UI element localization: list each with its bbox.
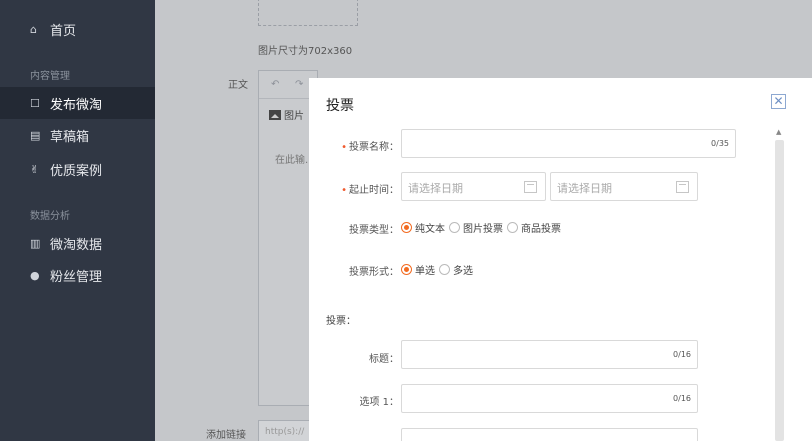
vote-form-single-label: 单选: [415, 266, 435, 277]
sidebar: ⌂ 首页 内容管理 ☐ 发布微淘 ▤ 草稿箱 ✌ 优质案例 数据分析 ▥ 微淘数…: [0, 0, 155, 441]
nav-home-label: 首页: [50, 23, 77, 39]
bar-chart-icon: ▥: [30, 236, 41, 250]
vote-name-label-text: 投票名称：: [349, 142, 399, 153]
calendar-icon: [524, 181, 537, 193]
start-date-placeholder: 请选择日期: [408, 182, 463, 195]
image-size-hint: 图片尺寸为702x360: [258, 46, 353, 57]
nav-drafts-label: 草稿箱: [50, 129, 90, 145]
vote-type-text-label: 纯文本: [415, 224, 445, 235]
vote-form-multi-label: 多选: [453, 266, 473, 277]
vote-form-single[interactable]: 单选: [401, 262, 435, 277]
nav-section-content: 内容管理: [30, 71, 70, 82]
nav-fans[interactable]: ● 粉丝管理: [0, 259, 155, 291]
scroll-thumb[interactable]: [775, 140, 784, 441]
vote-type-text[interactable]: 纯文本: [401, 220, 445, 235]
editor-placeholder: 在此输..: [275, 155, 312, 166]
insert-image-label: 图片: [284, 111, 304, 122]
close-button[interactable]: ✕: [771, 94, 786, 109]
end-date-placeholder: 请选择日期: [557, 182, 612, 195]
vote-type-image[interactable]: 图片投票: [449, 220, 503, 235]
nav-drafts[interactable]: ▤ 草稿箱: [0, 119, 155, 151]
radio-dot: [449, 222, 460, 233]
vote-type-group: 纯文本 图片投票 商品投票: [401, 220, 565, 235]
vote-form-multi[interactable]: 多选: [439, 262, 473, 277]
draft-icon: ▤: [30, 128, 41, 142]
nav-publish[interactable]: ☐ 发布微淘: [0, 87, 155, 119]
nav-stats-label: 微淘数据: [50, 237, 103, 253]
nav-section-data: 数据分析: [30, 211, 70, 222]
nav-cases[interactable]: ✌ 优质案例: [0, 153, 155, 185]
required-mark: •: [341, 142, 347, 153]
vote-type-image-label: 图片投票: [463, 224, 503, 235]
title-counter: 0/16: [673, 350, 691, 359]
undo-icon[interactable]: ↶: [271, 79, 279, 90]
user-icon: ●: [30, 268, 40, 282]
add-link-label: 添加链接: [206, 430, 246, 441]
scroll-up-icon[interactable]: ▲: [776, 128, 781, 136]
redo-icon[interactable]: ↷: [295, 79, 303, 90]
vote-dialog: 投票 ✕ ▲ • 投票名称： 0/35 • 起止时间： 请选择日期 请选择日期 投票…: [309, 78, 812, 441]
start-date-input[interactable]: 请选择日期: [401, 172, 546, 201]
thumbs-up-icon: ✌: [30, 162, 40, 176]
radio-dot: [439, 264, 450, 275]
required-mark: •: [341, 185, 347, 196]
nav-fans-label: 粉丝管理: [50, 269, 103, 285]
time-label-text: 起止时间：: [349, 185, 399, 196]
insert-image-button[interactable]: 图片: [269, 107, 304, 122]
vote-name-counter: 0/35: [711, 139, 729, 148]
vote-type-product[interactable]: 商品投票: [507, 220, 561, 235]
home-icon: ⌂: [30, 22, 37, 36]
radio-dot: [401, 222, 412, 233]
body-label: 正文: [228, 80, 248, 91]
vote-name-label: • 投票名称：: [329, 138, 399, 153]
vote-name-input[interactable]: 0/35: [401, 129, 736, 158]
end-date-input[interactable]: 请选择日期: [550, 172, 698, 201]
title-label: 标题：: [369, 354, 399, 365]
image-icon: [269, 109, 281, 120]
vote-section-label: 投票：: [326, 316, 356, 327]
radio-dot: [507, 222, 518, 233]
vote-type-label: 投票类型：: [349, 225, 399, 236]
nav-publish-label: 发布微淘: [50, 97, 103, 113]
radio-dot: [401, 264, 412, 275]
vote-form-label: 投票形式：: [349, 267, 399, 278]
option2-input[interactable]: [401, 428, 698, 441]
time-label: • 起止时间：: [329, 181, 399, 196]
option1-input[interactable]: 0/16: [401, 384, 698, 413]
nav-home[interactable]: ⌂ 首页: [0, 13, 155, 45]
scrollbar[interactable]: ▲: [775, 128, 784, 441]
nav-cases-label: 优质案例: [50, 163, 103, 179]
vote-form-group: 单选 多选: [401, 262, 477, 277]
edit-icon: ☐: [30, 96, 40, 110]
title-input[interactable]: 0/16: [401, 340, 698, 369]
image-upload-box[interactable]: [258, 0, 358, 26]
nav-stats[interactable]: ▥ 微淘数据: [0, 227, 155, 259]
option1-counter: 0/16: [673, 394, 691, 403]
vote-type-product-label: 商品投票: [521, 224, 561, 235]
dialog-title: 投票: [326, 98, 354, 114]
option1-label: 选项 1：: [359, 397, 399, 408]
calendar-icon: [676, 181, 689, 193]
